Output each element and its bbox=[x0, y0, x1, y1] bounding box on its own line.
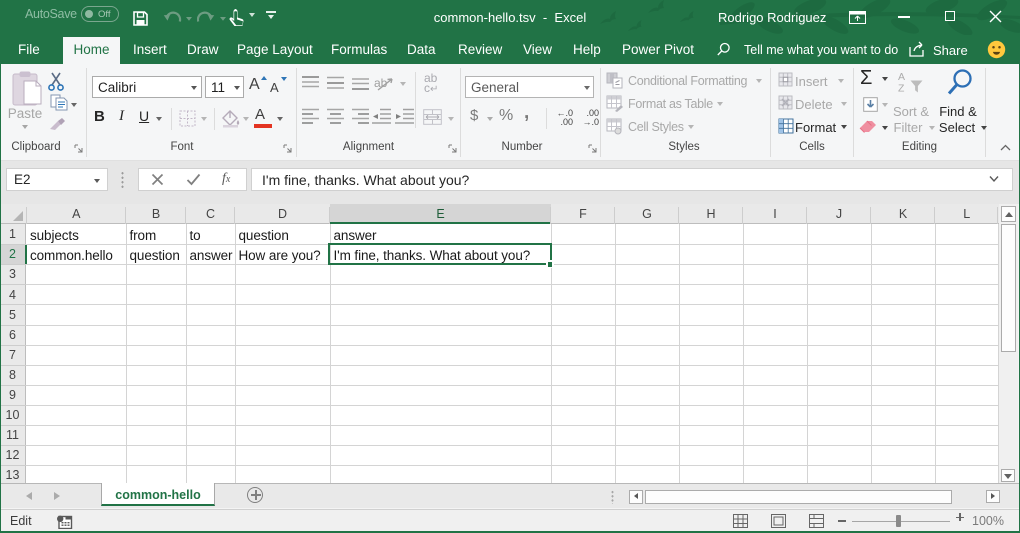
svg-text:A: A bbox=[898, 71, 905, 83]
svg-text:Z: Z bbox=[898, 83, 905, 95]
